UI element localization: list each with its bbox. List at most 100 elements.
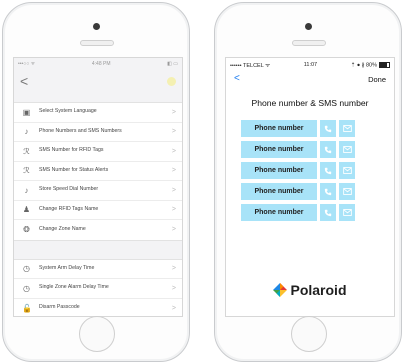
settings-group-main: ▣ Select System Language > ♪ Phone Numbers a…	[14, 102, 182, 241]
settings-item[interactable]: ◷ Single Zone Alarm Delay Time >	[14, 279, 182, 299]
battery-icon	[378, 61, 390, 68]
chevron-right-icon: >	[171, 147, 176, 155]
settings-item-label: Store Speed Dial Number	[39, 186, 99, 193]
phone-icon	[324, 209, 332, 216]
settings-item[interactable]: ▣ Select System Language >	[14, 103, 182, 123]
phone-number-button[interactable]: Phone number	[241, 162, 317, 179]
zone-icon: ❂	[23, 225, 30, 235]
home-button[interactable]	[291, 316, 327, 352]
clock-icon: ◷	[23, 264, 30, 274]
status-battery-text: ⇡ ● ∦ 80%	[350, 62, 377, 69]
polaroid-logo-icon	[273, 283, 288, 297]
phone-number-button[interactable]: Phone number	[241, 183, 317, 200]
settings-group-security: ◷ System Arm Delay Time > ◷ Single Zone Alar…	[14, 258, 182, 317]
rfid-icon: ℛ	[23, 146, 30, 156]
language-icon: ▣	[22, 107, 31, 117]
phone-number-button[interactable]: Phone number	[241, 120, 317, 137]
chevron-right-icon: >	[171, 304, 176, 312]
nav-bar: < Done	[226, 72, 394, 86]
back-button[interactable]: <	[20, 74, 28, 88]
settings-item[interactable]: ♟ Change RFID Tags Name >	[14, 201, 182, 220]
sms-button[interactable]	[339, 183, 355, 200]
settings-item-label: SMS Number for RFID Tags	[39, 147, 104, 154]
status-battery: ◧ ▭	[167, 61, 178, 67]
phone-number-row: Phone number	[241, 162, 394, 179]
envelope-icon	[342, 125, 352, 132]
sms-button[interactable]	[339, 162, 355, 179]
settings-item-label: Phone Numbers and SMS Numbers	[39, 127, 122, 134]
phone-number-screen: •••••• TELCEL ᯤ 11:07 ⇡ ● ∦ 80% < Done P…	[225, 57, 395, 317]
phone-number-button[interactable]: Phone number	[241, 141, 317, 158]
settings-item-label: Change Zone Name	[39, 225, 86, 232]
logo-text: Polaroid	[290, 282, 347, 298]
chevron-right-icon: >	[171, 167, 176, 175]
envelope-icon	[342, 209, 352, 216]
chevron-right-icon: >	[171, 128, 176, 136]
settings-item[interactable]: ♪ Phone Numbers and SMS Numbers >	[14, 123, 182, 142]
status-indicator-icon	[167, 76, 176, 86]
settings-item-label: Change RFID Tags Name	[39, 205, 99, 212]
person-icon: ♟	[22, 205, 31, 215]
done-button[interactable]: Done	[368, 75, 386, 84]
call-button[interactable]	[320, 183, 336, 200]
settings-item-label: Single Zone Alarm Delay Time	[39, 284, 109, 291]
call-button[interactable]	[320, 141, 336, 158]
clock-icon: ◷	[23, 283, 30, 293]
camera	[92, 23, 100, 30]
speaker	[292, 40, 326, 46]
phone-number-row: Phone number	[241, 204, 394, 221]
phone-right: •••••• TELCEL ᯤ 11:07 ⇡ ● ∦ 80% < Done P…	[214, 2, 402, 362]
settings-item[interactable]: ❂ Change Zone Name >	[14, 220, 182, 240]
chevron-right-icon: >	[171, 284, 176, 292]
nav-bar: <	[14, 70, 182, 92]
back-button[interactable]: <	[234, 74, 240, 84]
status-carrier: •••••• TELCEL ᯤ	[230, 63, 271, 69]
settings-item-label: Disarm Passcode	[39, 304, 80, 311]
call-button[interactable]	[320, 120, 336, 137]
home-button[interactable]	[79, 316, 115, 352]
chevron-right-icon: >	[171, 108, 176, 116]
envelope-icon	[342, 188, 352, 195]
settings-item[interactable]: 🔓 Disarm Passcode >	[14, 299, 182, 317]
phone-icon	[324, 125, 332, 132]
sms-button[interactable]	[339, 120, 355, 137]
alert-icon: ℛ	[23, 166, 30, 176]
call-button[interactable]	[320, 204, 336, 221]
phone-number-button[interactable]: Phone number	[241, 204, 317, 221]
settings-item[interactable]: ♪ Store Speed Dial Number >	[14, 181, 182, 201]
settings-item[interactable]: ℛ SMS Number for RFID Tags >	[14, 142, 182, 162]
sms-button[interactable]	[339, 204, 355, 221]
status-time: 4:48 PM	[91, 61, 111, 67]
chevron-right-icon: >	[171, 206, 176, 214]
status-bar: •••○○ ᯤ 4:48 PM ◧ ▭	[14, 58, 182, 70]
phone-number-row: Phone number	[241, 141, 394, 158]
speaker	[80, 40, 114, 46]
envelope-icon	[342, 167, 352, 174]
settings-item[interactable]: ◷ System Arm Delay Time >	[14, 260, 182, 279]
page-title: Phone number & SMS number	[251, 98, 369, 108]
phone-left: •••○○ ᯤ 4:48 PM ◧ ▭ < ▣ Select System Lan…	[2, 2, 190, 362]
settings-item-label: SMS Number for Status Alerts	[39, 166, 109, 173]
envelope-icon	[342, 146, 352, 153]
settings-item-label: Select System Language	[39, 108, 97, 115]
chevron-right-icon: >	[171, 226, 176, 234]
phone-user-icon: ♪	[24, 127, 29, 137]
status-bar: •••••• TELCEL ᯤ 11:07 ⇡ ● ∦ 80%	[226, 58, 394, 72]
status-carrier: •••○○ ᯤ	[18, 61, 36, 67]
phone-icon	[324, 146, 332, 153]
brand-logo: Polaroid	[226, 282, 394, 298]
lock-icon: 🔓	[22, 303, 32, 313]
settings-screen: •••○○ ᯤ 4:48 PM ◧ ▭ < ▣ Select System Lan…	[13, 57, 183, 317]
phone-icon	[324, 188, 332, 195]
camera	[304, 23, 312, 30]
phone-number-row: Phone number	[241, 183, 394, 200]
settings-item[interactable]: ℛ SMS Number for Status Alerts >	[14, 162, 182, 181]
chevron-right-icon: >	[171, 186, 176, 194]
phone-icon	[324, 167, 332, 174]
sms-button[interactable]	[339, 141, 355, 158]
chevron-right-icon: >	[171, 265, 176, 273]
call-button[interactable]	[320, 162, 336, 179]
status-battery: ⇡ ● ∦ 80%	[350, 61, 390, 69]
status-time: 11:07	[303, 62, 318, 68]
settings-item-label: System Arm Delay Time	[39, 264, 95, 271]
